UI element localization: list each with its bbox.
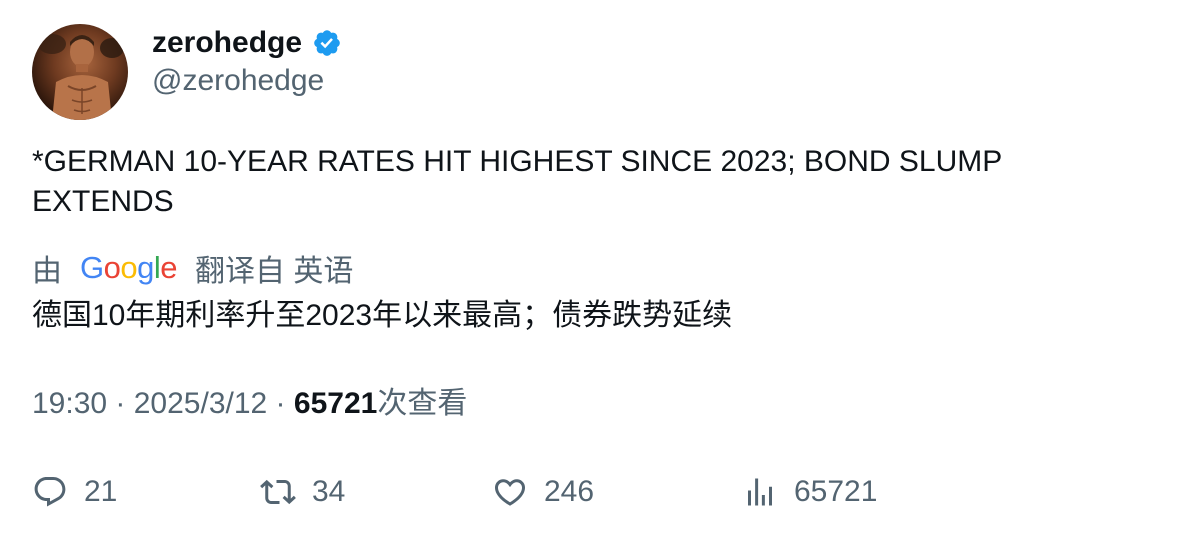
- tweet-meta: 19:30 · 2025/3/12 · 65721 次查看: [32, 384, 467, 424]
- heart-icon: [494, 479, 526, 506]
- retweet-button[interactable]: 34: [260, 470, 345, 514]
- retweet-icon: [260, 479, 296, 505]
- reply-button[interactable]: 21: [32, 470, 117, 514]
- tweet-date[interactable]: 2025/3/12: [134, 384, 267, 424]
- retweet-count: 34: [312, 475, 346, 508]
- views-button[interactable]: 65721: [742, 470, 877, 514]
- author-display-name[interactable]: zerohedge: [152, 26, 302, 60]
- like-button[interactable]: 246: [492, 470, 594, 514]
- analytics-icon: [748, 478, 772, 506]
- reply-icon: [34, 477, 66, 507]
- verified-badge-icon[interactable]: [312, 28, 342, 58]
- tweet-actions: 21 34 246 65721: [32, 470, 1152, 514]
- translation-prefix: 由: [32, 255, 62, 288]
- meta-separator-2: ·: [267, 387, 294, 420]
- author-handle[interactable]: @zerohedge: [152, 64, 324, 98]
- views-action-count: 65721: [794, 475, 878, 508]
- views-count: 65721: [293, 387, 378, 420]
- translated-text: 德国10年期利率升至2023年以来最高；债券跌势延续: [32, 299, 733, 332]
- author-avatar[interactable]: [32, 24, 128, 120]
- tweet-time[interactable]: 19:30: [32, 384, 107, 424]
- tweet-text: *GERMAN 10-YEAR RATES HIT HIGHEST SINCE …: [32, 145, 1002, 218]
- translation-suffix: 翻译自 英语: [195, 255, 354, 288]
- like-count: 246: [544, 475, 595, 508]
- reply-count: 21: [84, 475, 118, 508]
- avatar-image: [38, 34, 124, 120]
- author-name-row: zerohedge: [152, 24, 342, 62]
- google-logo[interactable]: Google: [80, 250, 178, 286]
- meta-separator: ·: [107, 387, 134, 420]
- views-label: 次查看: [377, 387, 468, 420]
- translation-attribution: 由 Google 翻译自 英语: [32, 248, 353, 288]
